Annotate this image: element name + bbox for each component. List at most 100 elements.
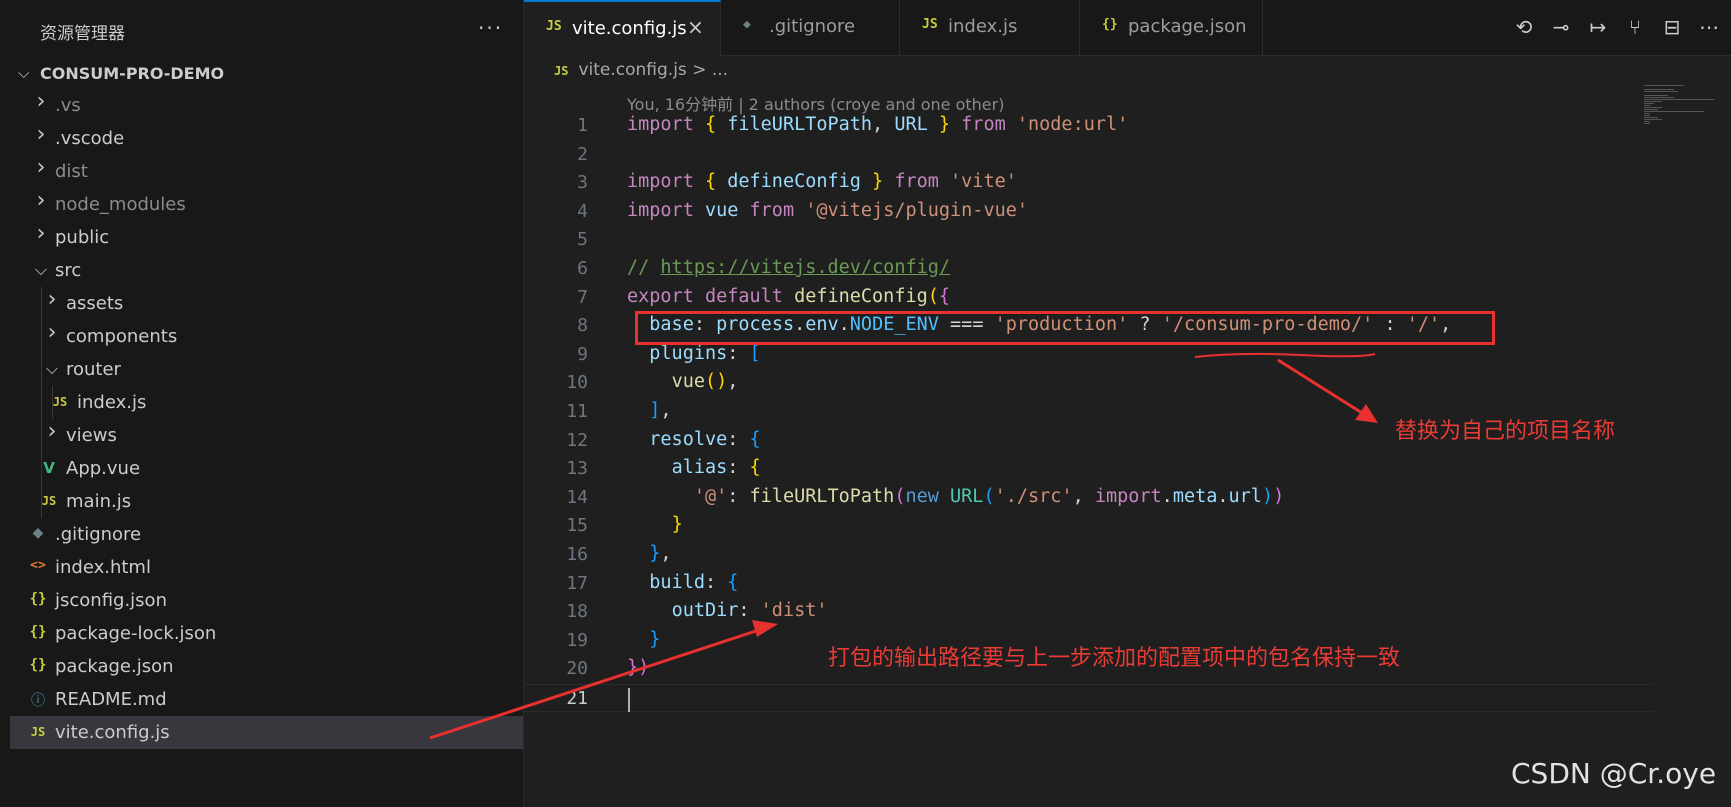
minimap-line	[1644, 121, 1650, 122]
minimap-line	[1644, 95, 1668, 96]
code-line[interactable]: 14 '@': fileURLToPath(new URL('./src', i…	[524, 484, 1654, 513]
code-token: defineConfig	[794, 285, 928, 307]
code-line[interactable]: 21	[524, 683, 1654, 713]
split-editor-icon[interactable]: ⊟	[1659, 14, 1685, 40]
breadcrumb-rest[interactable]: ...	[712, 60, 728, 80]
code-token: '@'	[693, 485, 728, 507]
tree-item-label: index.html	[55, 557, 151, 578]
editor-toolbar: ⟲ ⊸ ↦ ⑂ ⊟ ⋯	[1511, 0, 1731, 55]
folder-item[interactable]: › .vscode	[10, 122, 523, 155]
folder-item[interactable]: › assets	[10, 287, 523, 320]
js-file-icon: JS	[546, 19, 562, 34]
json-file-icon: {}	[29, 591, 47, 607]
folder-item[interactable]: ⌵ src	[10, 254, 523, 287]
code-token: ]	[649, 399, 661, 421]
file-item[interactable]: {} package-lock.json	[10, 617, 523, 650]
minimap[interactable]	[1644, 85, 1719, 125]
folder-item[interactable]: ⌵ router	[10, 353, 523, 386]
code-line[interactable]: 6 // https://vitejs.dev/config/	[524, 255, 1654, 284]
tab-package-json[interactable]: {} package.json	[1080, 0, 1263, 55]
folder-item[interactable]: › node_modules	[10, 188, 523, 221]
code-line[interactable]: 9 plugins: [	[524, 341, 1654, 370]
file-item[interactable]: JS vite.config.js	[10, 716, 523, 749]
code-text: resolve: {	[627, 428, 760, 450]
code-token: vue	[704, 199, 739, 221]
line-number: 12	[566, 429, 588, 451]
code-line[interactable]: 5	[524, 226, 1654, 255]
more-actions-icon[interactable]: ···	[478, 16, 503, 40]
tab-vite-config-js[interactable]: JS vite.config.js ×	[524, 0, 721, 56]
file-item[interactable]: {} package.json	[10, 650, 523, 683]
file-item[interactable]: V App.vue	[10, 452, 523, 485]
file-item[interactable]: ◆ .gitignore	[10, 518, 523, 551]
code-line[interactable]: 4 import vue from '@vitejs/plugin-vue'	[524, 198, 1654, 227]
code-line[interactable]: 13 alias: {	[524, 455, 1654, 484]
code-token: }	[872, 171, 884, 193]
code-line[interactable]: 2	[524, 141, 1654, 170]
file-item[interactable]: {} jsconfig.json	[10, 584, 523, 617]
next-change-icon[interactable]: ↦	[1585, 14, 1611, 40]
code-token: }	[938, 114, 951, 135]
git-commit-icon[interactable]: ⊸	[1548, 14, 1574, 40]
annotation-bottom: 打包的输出路径要与上一步添加的配置项中的包名保持一致	[828, 646, 1401, 671]
code-token: .	[1161, 485, 1173, 507]
file-item[interactable]: JS index.js	[10, 386, 523, 419]
code-line[interactable]: 18 outDir: 'dist'	[524, 598, 1654, 627]
code-token: url	[1228, 485, 1262, 507]
code-text: // https://vitejs.dev/config/	[627, 257, 950, 278]
file-item[interactable]: JS main.js	[10, 485, 523, 518]
folder-item[interactable]: › views	[10, 419, 523, 452]
minimap-line	[1644, 117, 1658, 118]
breadcrumb-file[interactable]: vite.config.js	[578, 60, 686, 80]
code-token: from	[961, 114, 1006, 135]
code-token: {	[704, 171, 717, 193]
file-item[interactable]: ⓘ README.md	[10, 683, 523, 716]
tree-item-label: src	[55, 260, 82, 281]
close-icon[interactable]: ×	[687, 15, 704, 39]
minimap-line	[1644, 97, 1674, 98]
git-graph-icon[interactable]: ⑂	[1622, 14, 1648, 40]
code-token: 'vite'	[950, 171, 1017, 193]
more-actions-icon[interactable]: ⋯	[1696, 14, 1722, 40]
code-line[interactable]: 7 export default defineConfig({	[524, 284, 1654, 313]
line-number: 6	[577, 257, 588, 279]
root-folder[interactable]: ⌵ CONSUM-PRO-DEMO	[0, 58, 523, 86]
line-number: 4	[577, 200, 588, 222]
code-line[interactable]: 10 vue(),	[524, 369, 1654, 398]
tree-item-label: components	[66, 326, 178, 347]
tab-index-js[interactable]: JS index.js	[900, 0, 1080, 55]
watermark: CSDN @Cr.oye	[1511, 757, 1717, 790]
folder-item[interactable]: › .vs	[10, 89, 523, 122]
file-item[interactable]: <> index.html	[10, 551, 523, 584]
folder-item[interactable]: › public	[10, 221, 523, 254]
folder-item[interactable]: › components	[10, 320, 523, 353]
code-token: :	[727, 428, 750, 450]
minimap-line	[1644, 103, 1654, 104]
code-line[interactable]: 17 build: {	[524, 570, 1654, 599]
line-number: 5	[577, 229, 588, 251]
code-token: )	[1261, 485, 1274, 507]
code-line[interactable]: 1 import { fileURLToPath, URL } from 'nod…	[524, 112, 1654, 141]
git-blame-icon[interactable]: ⟲	[1511, 14, 1537, 40]
code-token: https://vitejs.dev/config/	[660, 256, 951, 278]
root-folder-label: CONSUM-PRO-DEMO	[40, 64, 225, 83]
chevron-right-icon: ›	[47, 320, 57, 345]
chevron-right-icon: ›	[36, 122, 46, 147]
code-line[interactable]: 3 import { defineConfig } from 'vite'	[524, 169, 1654, 198]
folder-item[interactable]: › dist	[10, 155, 523, 188]
code-text: }	[627, 514, 683, 535]
tab-gitignore[interactable]: ◆ .gitignore	[721, 0, 900, 55]
code-token: (	[894, 485, 906, 507]
code-line[interactable]: 15 }	[524, 512, 1654, 541]
tree-item-label: node_modules	[55, 194, 186, 215]
code-token: :	[738, 600, 761, 622]
code-line[interactable]: 16 },	[524, 541, 1654, 570]
code-token: default	[704, 285, 783, 307]
